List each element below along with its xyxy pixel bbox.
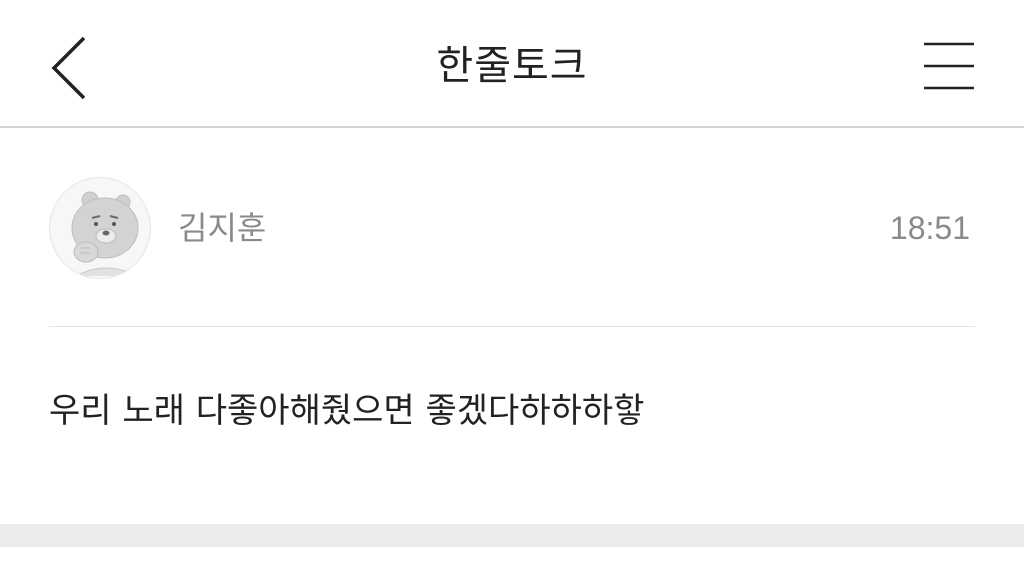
page-title: 한줄토크 <box>436 43 588 89</box>
post-time: 18:51 <box>889 210 970 246</box>
menu-button[interactable] <box>918 36 980 96</box>
post-message: 우리 노래 다좋아해줬으면 좋겠다하하하핳 <box>49 391 645 431</box>
talk-screen: 한줄토크 김지훈 18:51 우리 노래 다좋아해줬으면 좋겠다하하하핳 <box>0 0 1024 577</box>
app-header: 한줄토크 <box>0 0 1024 128</box>
bear-character-avatar <box>71 191 139 277</box>
bottom-separator <box>0 524 1024 547</box>
divider <box>49 326 975 327</box>
hamburger-menu-icon <box>924 42 974 90</box>
author-name: 김지훈 <box>178 209 267 247</box>
avatar[interactable] <box>49 177 151 279</box>
